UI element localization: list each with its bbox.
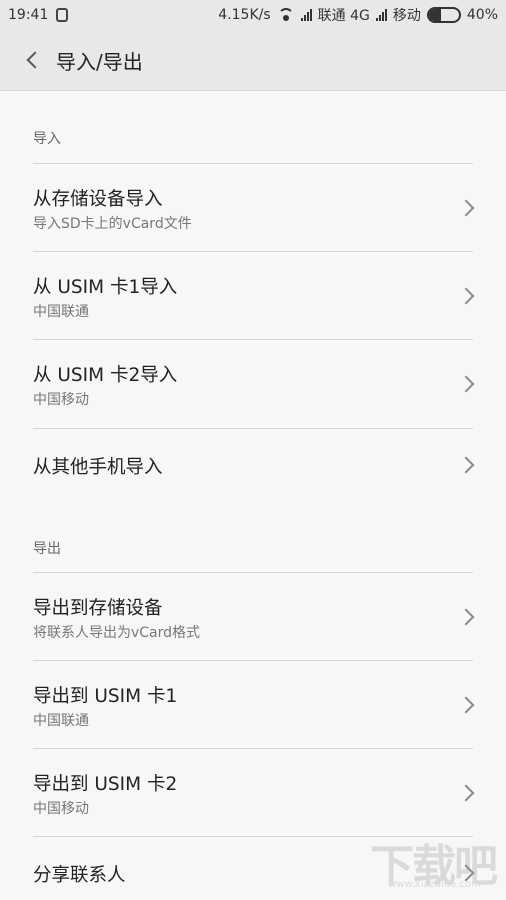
row-title: 导出到存储设备 xyxy=(33,598,163,619)
import-from-other-phone-row[interactable]: 从其他手机导入 xyxy=(0,429,506,499)
row-subtitle: 导入SD卡上的vCard文件 xyxy=(33,216,192,232)
export-section-header: 导出 xyxy=(33,541,61,557)
watermark-url: www.xiazaiba.com xyxy=(388,879,481,890)
row-title: 从 USIM 卡1导入 xyxy=(33,277,178,298)
export-to-usim1-row[interactable]: 导出到 USIM 卡1 中国联通 xyxy=(0,661,506,748)
row-subtitle: 中国移动 xyxy=(33,392,89,408)
signal-icon xyxy=(375,9,387,21)
carrier-1: 联通 4G xyxy=(317,8,370,24)
import-section-header: 导入 xyxy=(33,131,61,147)
back-arrow-icon[interactable] xyxy=(14,40,54,80)
page-title: 导入/导出 xyxy=(56,49,143,74)
signal-icon xyxy=(300,9,312,21)
export-to-storage-row[interactable]: 导出到存储设备 将联系人导出为vCard格式 xyxy=(0,573,506,660)
import-from-usim1-row[interactable]: 从 USIM 卡1导入 中国联通 xyxy=(0,252,506,339)
chevron-right-icon xyxy=(457,456,475,474)
row-title: 分享联系人 xyxy=(33,865,126,886)
watermark-logo: 下载吧 www.xiazaiba.com xyxy=(370,830,500,892)
chevron-right-icon xyxy=(457,784,475,802)
row-subtitle: 将联系人导出为vCard格式 xyxy=(33,625,201,641)
export-to-usim2-row[interactable]: 导出到 USIM 卡2 中国移动 xyxy=(0,749,506,836)
chevron-right-icon xyxy=(457,287,475,305)
row-subtitle: 中国移动 xyxy=(33,801,89,817)
import-from-usim2-row[interactable]: 从 USIM 卡2导入 中国移动 xyxy=(0,340,506,428)
chevron-right-icon xyxy=(457,696,475,714)
network-speed: 4.15K/s xyxy=(218,7,271,23)
row-title: 从其他手机导入 xyxy=(33,457,163,478)
battery-percent: 40% xyxy=(466,7,498,23)
status-bar: 19:41 4.15K/s 联通 4G 移动 40% xyxy=(0,0,506,30)
status-time: 19:41 xyxy=(8,7,49,23)
row-title: 从存储设备导入 xyxy=(33,189,163,210)
chevron-right-icon xyxy=(457,199,475,217)
row-subtitle: 中国联通 xyxy=(33,304,89,320)
row-title: 导出到 USIM 卡1 xyxy=(33,686,178,707)
wifi-icon xyxy=(277,8,295,22)
app-bar: 导入/导出 xyxy=(0,30,506,91)
battery-icon xyxy=(426,7,461,23)
row-subtitle: 中国联通 xyxy=(33,713,89,729)
import-from-storage-row[interactable]: 从存储设备导入 导入SD卡上的vCard文件 xyxy=(0,164,506,251)
chevron-right-icon xyxy=(457,608,475,626)
chevron-right-icon xyxy=(457,375,475,393)
carrier-2: 移动 xyxy=(392,8,421,24)
row-title: 从 USIM 卡2导入 xyxy=(33,365,178,386)
row-title: 导出到 USIM 卡2 xyxy=(33,774,178,795)
notification-icon xyxy=(56,8,69,22)
